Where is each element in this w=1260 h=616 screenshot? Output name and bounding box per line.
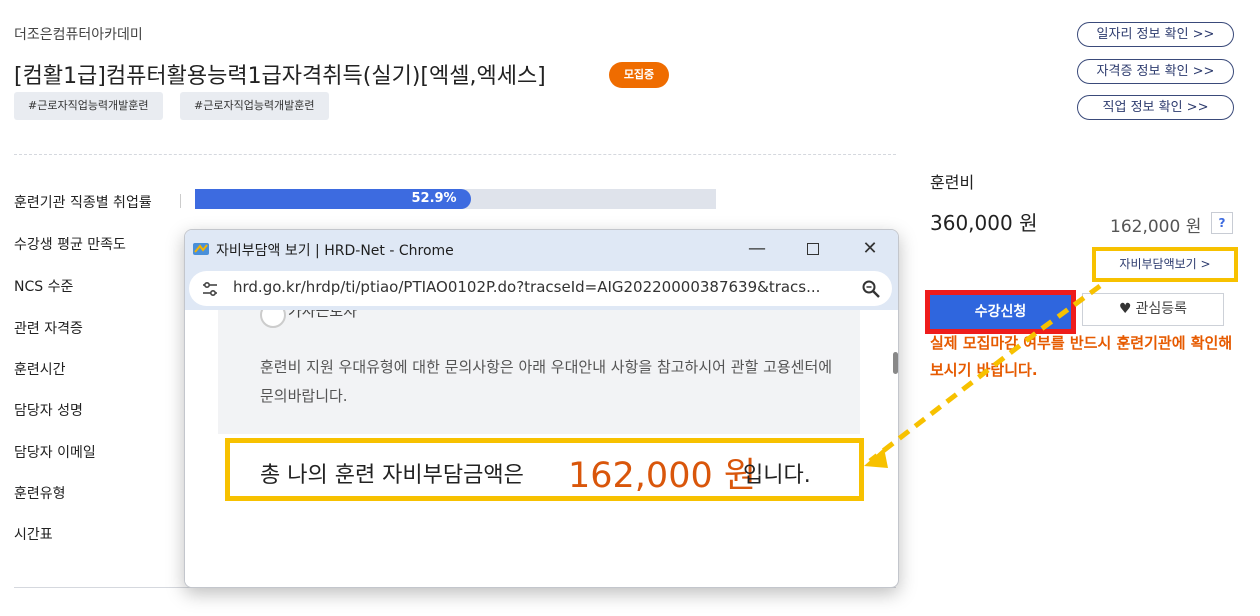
license-info-button[interactable]: 자격증 정보 확인 >> [1077, 59, 1234, 84]
course-title: [컴활1급]컴퓨터활용능력1급자격취득(실기)[엑셀,엑세스] [14, 64, 546, 89]
total-self-pay-box: 총 나의 훈련 자비부담금액은 162,000 원 입니다. [225, 438, 864, 501]
heart-icon: ♥ [1118, 301, 1132, 317]
self-pay-view-button[interactable]: 자비부담액보기 > [1092, 247, 1238, 282]
employment-rate-bar: 52.9% [195, 189, 716, 209]
popup-content: 가사근로자 훈련비 지원 우대유형에 대한 문의사항은 아래 우대안내 사항을 … [185, 310, 891, 587]
radio-label: 가사근로자 [288, 310, 358, 320]
row-employment-rate: 훈련기관 직종별 취업률 [14, 195, 152, 211]
maximize-icon[interactable] [785, 230, 841, 268]
employment-rate-fill: 52.9% [195, 189, 471, 209]
zoom-icon[interactable] [861, 279, 881, 299]
row-manager-email: 담당자 이메일 [14, 445, 96, 461]
row-certificate: 관련 자격증 [14, 321, 83, 337]
wishlist-label: 관심등록 [1135, 301, 1188, 317]
self-pay-popup-window[interactable]: 자비부담액 보기 | HRD-Net - Chrome — ✕ hrd.go.k… [184, 229, 899, 588]
fee-amount: 360,000 원 [930, 211, 1038, 235]
row-separator [180, 194, 181, 208]
total-prefix: 총 나의 훈련 자비부담금액은 [260, 463, 524, 488]
hrd-net-favicon [193, 243, 209, 255]
self-pay-amount: 162,000 원 [1110, 217, 1202, 237]
fee-label: 훈련비 [930, 173, 975, 192]
preference-info-box: 가사근로자 훈련비 지원 우대유형에 대한 문의사항은 아래 우대안내 사항을 … [218, 310, 860, 434]
wishlist-button[interactable]: ♥ 관심등록 [1082, 293, 1224, 326]
row-manager-name: 담당자 성명 [14, 403, 83, 419]
divider [14, 154, 896, 155]
job-info-button[interactable]: 일자리 정보 확인 >> [1077, 22, 1234, 47]
help-button[interactable]: ? [1211, 212, 1233, 234]
hashtag-2[interactable]: #근로자직업능력개발훈련 [180, 92, 329, 120]
total-suffix: 입니다. [743, 463, 811, 488]
row-satisfaction: 수강생 평균 만족도 [14, 237, 126, 253]
notice-text: 실제 모집마감 여부를 반드시 훈련기관에 확인해보시기 바랍니다. [930, 334, 1233, 379]
employment-rate-value: 52.9% [411, 191, 457, 206]
hashtag-1[interactable]: #근로자직업능력개발훈련 [14, 92, 163, 120]
url-field[interactable]: hrd.go.kr/hrdp/ti/ptiao/PTIAO0102P.do?tr… [189, 271, 892, 306]
preference-notice: 훈련비 지원 우대유형에 대한 문의사항은 아래 우대안내 사항을 참고하시어 … [260, 358, 833, 405]
minimize-icon[interactable]: — [729, 230, 785, 268]
academy-name: 더조은컴퓨터아카데미 [14, 27, 143, 43]
row-training-type: 훈련유형 [14, 486, 66, 502]
radio-button[interactable] [260, 310, 286, 328]
tune-icon[interactable] [201, 280, 219, 298]
occupation-info-button[interactable]: 직업 정보 확인 >> [1077, 95, 1234, 120]
apply-button[interactable]: 수강신청 [925, 290, 1076, 334]
total-amount: 162,000 원 [568, 456, 757, 496]
row-timetable: 시간표 [14, 527, 53, 543]
scrollbar-thumb[interactable] [893, 352, 898, 374]
row-training-hours: 훈련시간 [14, 362, 66, 378]
close-icon[interactable]: ✕ [842, 230, 898, 268]
url-text: hrd.go.kr/hrdp/ti/ptiao/PTIAO0102P.do?tr… [233, 278, 821, 296]
popup-titlebar[interactable]: 자비부담액 보기 | HRD-Net - Chrome — ✕ [185, 230, 898, 268]
row-ncs-level: NCS 수준 [14, 279, 74, 295]
popup-title: 자비부담액 보기 | HRD-Net - Chrome [216, 243, 454, 259]
address-bar: hrd.go.kr/hrdp/ti/ptiao/PTIAO0102P.do?tr… [185, 268, 898, 310]
recruiting-badge: 모집중 [609, 62, 669, 88]
